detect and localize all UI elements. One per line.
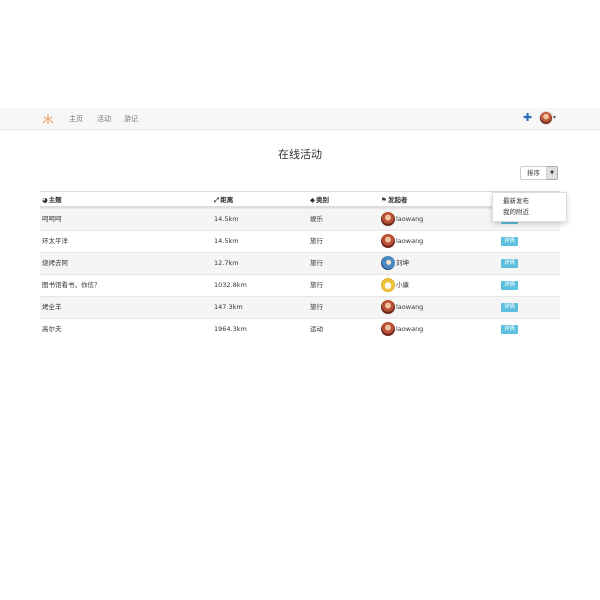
- cell-distance: 12.7km: [214, 259, 239, 267]
- cell-topic: 呵呵呵: [42, 215, 62, 223]
- tag-icon: ◆: [310, 196, 315, 204]
- plus-icon[interactable]: ✚: [523, 112, 532, 124]
- cell-category: 娱乐: [310, 215, 323, 223]
- cell-topic: 高尔夫: [42, 325, 62, 333]
- cell-initiator: 刘坤: [381, 256, 409, 270]
- cell-initiator: laowang: [381, 234, 423, 248]
- cell-category: 旅行: [310, 281, 323, 289]
- cell-initiator: laowang: [381, 212, 423, 226]
- table-header-row: ◕主题 ⤢距离 ◆类别 ⚑发起者: [40, 191, 560, 208]
- table-row: 烤全羊 147.3km 旅行 laowang 详情: [40, 296, 560, 318]
- cell-distance: 14.5km: [214, 237, 239, 245]
- details-button[interactable]: 详情: [501, 303, 519, 312]
- top-navbar: 主页 活动 游记 ✚ ▾: [0, 108, 600, 130]
- sort-dropdown-toggle[interactable]: ▼: [547, 166, 558, 180]
- nav-link-activities[interactable]: 活动: [97, 114, 111, 124]
- distance-icon: ⤢: [214, 196, 220, 204]
- avatar-laowang: [381, 300, 395, 314]
- sort-dropdown-menu: 最新发布 我的附近: [492, 192, 567, 222]
- cell-distance: 1032.8km: [214, 281, 247, 289]
- nav-link-travelogue[interactable]: 游记: [124, 114, 138, 124]
- details-button[interactable]: 详情: [501, 325, 519, 334]
- avatar-laowang: [381, 212, 395, 226]
- cell-category: 旅行: [310, 237, 323, 245]
- chevron-down-icon: ▼: [550, 170, 554, 176]
- nav-link-home[interactable]: 主页: [69, 114, 83, 124]
- header-category: ◆类别: [310, 196, 329, 204]
- cell-topic: 图书馆看书，你信？: [42, 281, 101, 289]
- chevron-down-icon[interactable]: ▾: [553, 114, 556, 122]
- table-row: 呵呵呵 14.5km 娱乐 laowang 详情: [40, 208, 560, 230]
- header-topic: ◕主题: [42, 196, 62, 204]
- menu-item-nearby[interactable]: 我的附近: [503, 208, 529, 217]
- cell-topic: 烧烤去阿: [42, 259, 68, 267]
- globe-icon: ◕: [42, 196, 48, 204]
- avatar-liukun: [381, 256, 395, 270]
- cell-category: 旅行: [310, 303, 323, 311]
- brand-logo-icon[interactable]: [41, 112, 55, 126]
- header-initiator: ⚑发起者: [381, 196, 408, 204]
- sort-button[interactable]: 排序: [520, 166, 547, 180]
- details-button[interactable]: 详情: [501, 237, 519, 246]
- cell-initiator: 小康: [381, 278, 409, 292]
- activity-table: ◕主题 ⤢距离 ◆类别 ⚑发起者 呵呵呵 14.5km 娱乐 laowang 详…: [40, 191, 560, 340]
- details-button[interactable]: 详情: [501, 259, 519, 268]
- table-row: 高尔夫 1964.3km 运动 laowang 详情: [40, 318, 560, 340]
- user-icon: ⚑: [381, 196, 387, 204]
- cell-distance: 147.3km: [214, 303, 243, 311]
- cell-distance: 1964.3km: [214, 325, 247, 333]
- cell-topic: 环太平洋: [42, 237, 68, 245]
- table-row: 烧烤去阿 12.7km 旅行 刘坤 详情: [40, 252, 560, 274]
- cell-category: 旅行: [310, 259, 323, 267]
- header-distance: ⤢距离: [214, 196, 234, 204]
- table-row: 图书馆看书，你信？ 1032.8km 旅行 小康 详情: [40, 274, 560, 296]
- table-row: 环太平洋 14.5km 旅行 laowang 详情: [40, 230, 560, 252]
- cell-initiator: laowang: [381, 300, 423, 314]
- avatar-laowang: [381, 322, 395, 336]
- cell-initiator: laowang: [381, 322, 423, 336]
- cell-category: 运动: [310, 325, 323, 333]
- page-title: 在线活动: [278, 148, 322, 161]
- user-avatar[interactable]: [539, 111, 553, 125]
- avatar-xiaokang: [381, 278, 395, 292]
- cell-distance: 14.5km: [214, 215, 239, 223]
- sort-button-group: 排序 ▼: [520, 166, 558, 180]
- avatar-laowang: [381, 234, 395, 248]
- menu-item-latest[interactable]: 最新发布: [503, 197, 529, 206]
- cell-topic: 烤全羊: [42, 303, 62, 311]
- details-button[interactable]: 详情: [501, 281, 519, 290]
